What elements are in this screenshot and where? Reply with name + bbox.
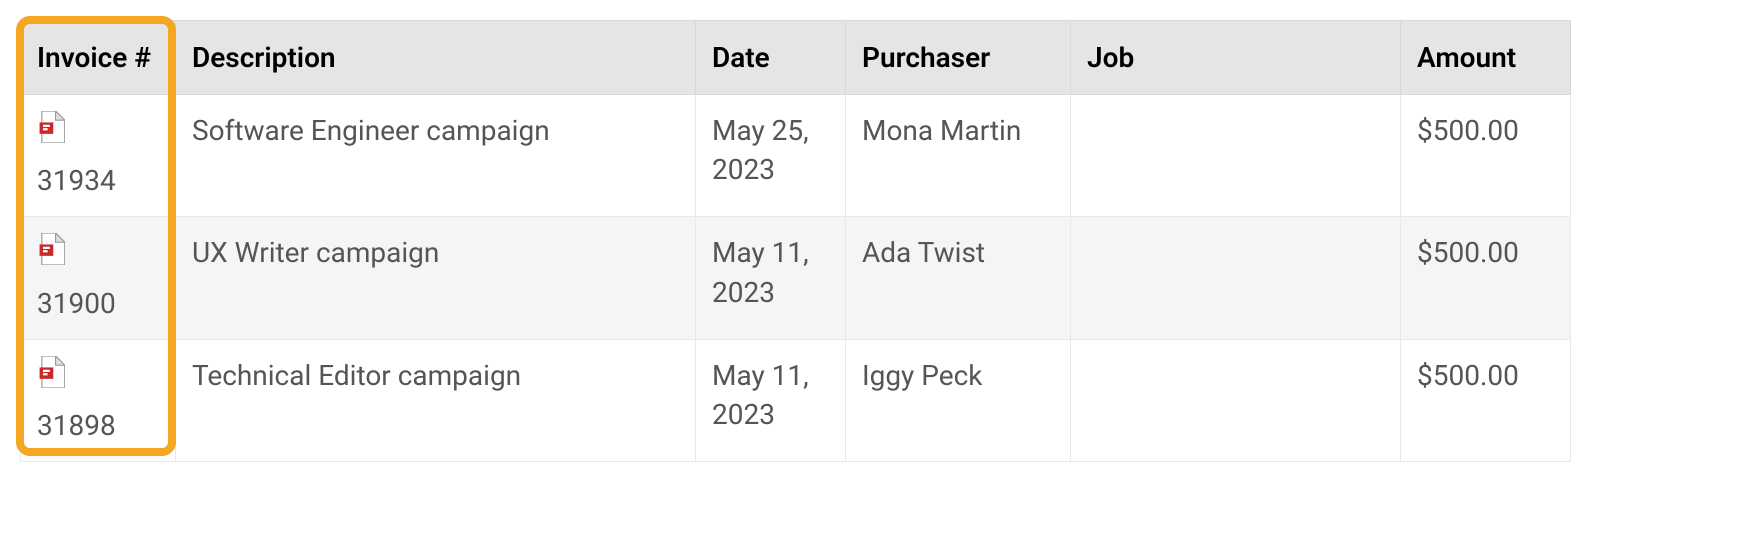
pdf-icon[interactable]: [37, 233, 159, 275]
cell-date: May 11, 2023: [696, 217, 846, 339]
invoice-number[interactable]: 31934: [37, 161, 159, 200]
cell-invoice: 31934: [21, 95, 176, 217]
header-description[interactable]: Description: [176, 21, 696, 95]
pdf-icon[interactable]: [37, 111, 159, 153]
header-date[interactable]: Date: [696, 21, 846, 95]
invoice-table: Invoice # Description Date Purchaser Job…: [20, 20, 1571, 462]
header-amount[interactable]: Amount: [1401, 21, 1571, 95]
header-job[interactable]: Job: [1071, 21, 1401, 95]
cell-amount: $500.00: [1401, 95, 1571, 217]
header-purchaser[interactable]: Purchaser: [846, 21, 1071, 95]
cell-amount: $500.00: [1401, 217, 1571, 339]
invoice-number[interactable]: 31898: [37, 406, 159, 445]
cell-amount: $500.00: [1401, 339, 1571, 461]
cell-purchaser: Mona Martin: [846, 95, 1071, 217]
cell-job: [1071, 217, 1401, 339]
table-body: 31934 Software Engineer campaign May 25,…: [21, 95, 1571, 462]
table-row: 31934 Software Engineer campaign May 25,…: [21, 95, 1571, 217]
cell-date: May 25, 2023: [696, 95, 846, 217]
header-invoice[interactable]: Invoice #: [21, 21, 176, 95]
table-row: 31898 Technical Editor campaign May 11, …: [21, 339, 1571, 461]
cell-description: Technical Editor campaign: [176, 339, 696, 461]
cell-job: [1071, 339, 1401, 461]
cell-purchaser: Iggy Peck: [846, 339, 1071, 461]
cell-purchaser: Ada Twist: [846, 217, 1071, 339]
table-row: 31900 UX Writer campaign May 11, 2023 Ad…: [21, 217, 1571, 339]
cell-date: May 11, 2023: [696, 339, 846, 461]
cell-description: UX Writer campaign: [176, 217, 696, 339]
invoice-table-wrapper: Invoice # Description Date Purchaser Job…: [20, 20, 1570, 462]
cell-invoice: 31898: [21, 339, 176, 461]
pdf-icon[interactable]: [37, 356, 159, 398]
cell-job: [1071, 95, 1401, 217]
table-header-row: Invoice # Description Date Purchaser Job…: [21, 21, 1571, 95]
cell-invoice: 31900: [21, 217, 176, 339]
cell-description: Software Engineer campaign: [176, 95, 696, 217]
invoice-number[interactable]: 31900: [37, 284, 159, 323]
